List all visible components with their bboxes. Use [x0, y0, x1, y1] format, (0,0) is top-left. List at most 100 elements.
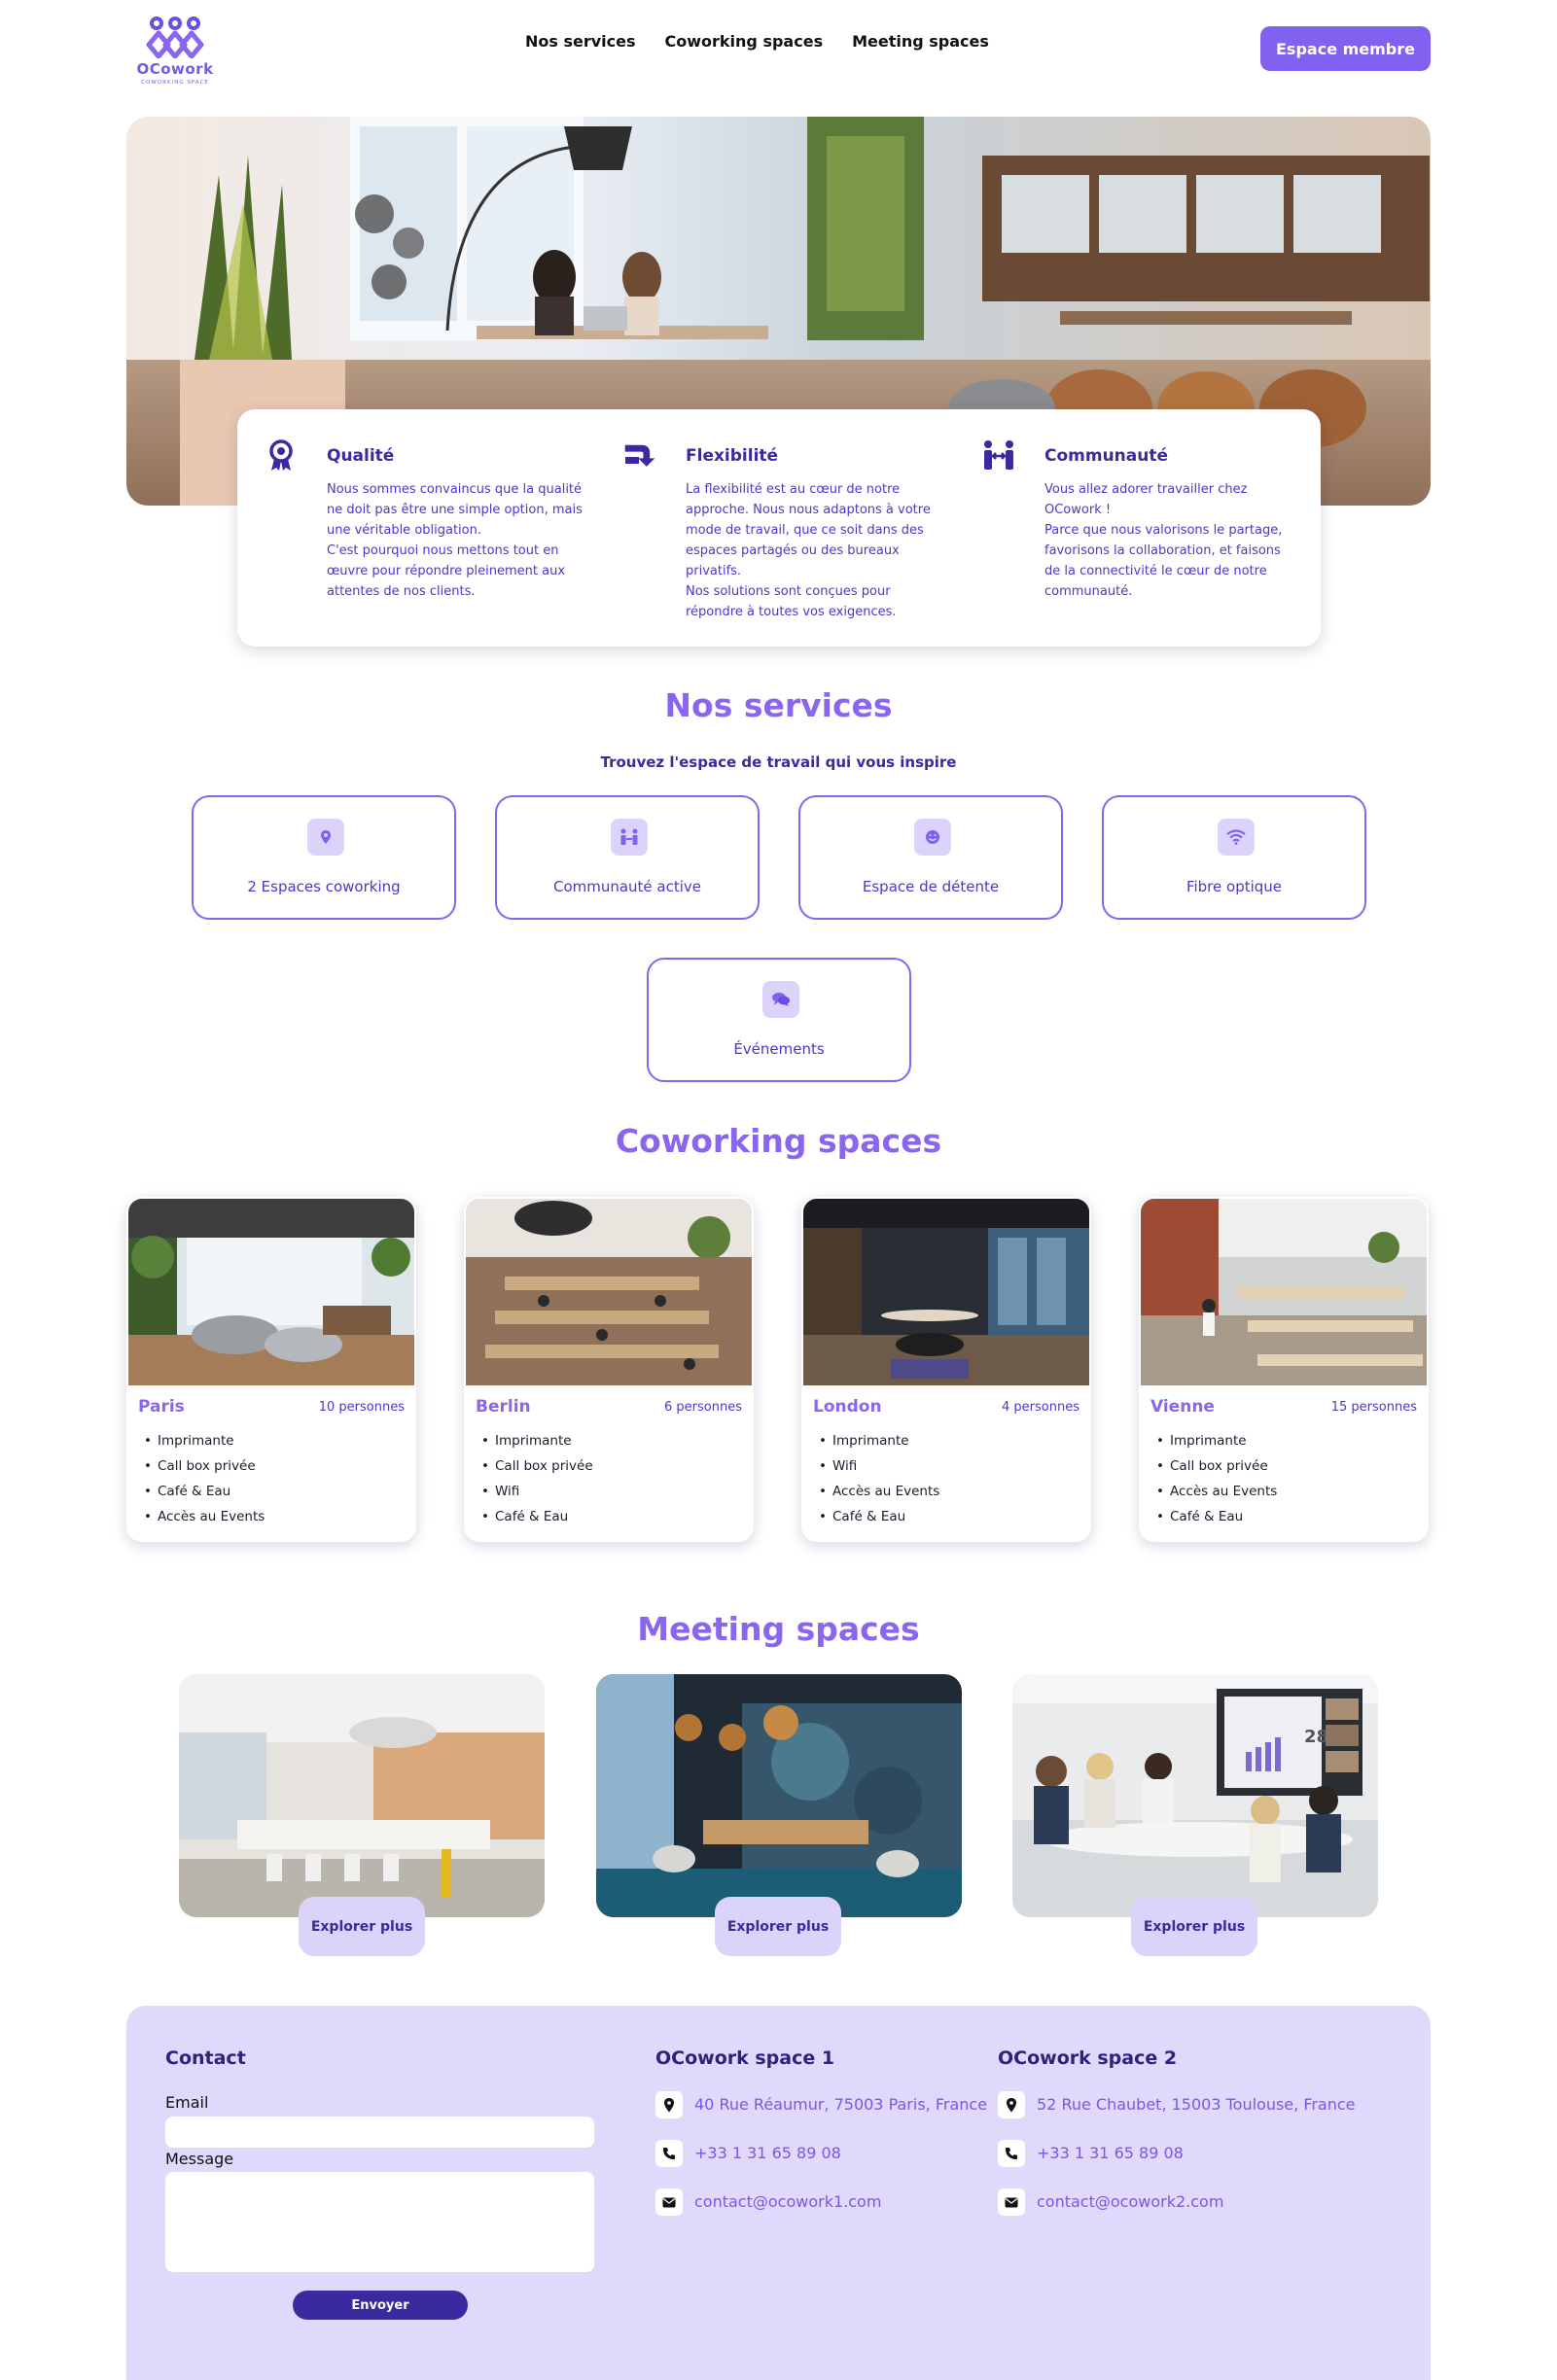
logo-mark-icon: [146, 17, 204, 58]
values-card: Qualité Nous sommes convaincus que la qu…: [237, 409, 1321, 647]
coworking-title: Coworking spaces: [615, 1122, 942, 1160]
space-capacity: 4 personnes: [1002, 1400, 1079, 1415]
coworking-card-berlin[interactable]: Berlin 6 personnes Imprimante Call box p…: [464, 1197, 754, 1542]
envelope-icon: [998, 2188, 1025, 2216]
logo-name: OCowork: [136, 60, 214, 78]
feature-item: Café & Eau: [138, 1479, 265, 1504]
email-input[interactable]: [165, 2117, 594, 2148]
meeting-title: Meeting spaces: [637, 1610, 920, 1648]
map-pin-icon: [655, 2091, 683, 2118]
service-label: 2 Espaces coworking: [247, 878, 401, 895]
space-capacity: 15 personnes: [1330, 1400, 1417, 1415]
phone-icon: [998, 2140, 1025, 2167]
footer: Contact Email Message Envoyer OCowork sp…: [126, 2006, 1431, 2380]
wifi-icon: [1218, 819, 1255, 856]
feature-item: Wifi: [476, 1479, 593, 1504]
smiley-icon: [914, 819, 951, 856]
service-card-community[interactable]: Communauté active: [495, 795, 760, 920]
coworking-card-vienne[interactable]: Vienne 15 personnes Imprimante Call box …: [1139, 1197, 1429, 1542]
location-title: OCowork space 2: [998, 2048, 1178, 2069]
meeting-room-photo: 28: [1012, 1674, 1378, 1917]
screen-number: 28: [1304, 1727, 1328, 1747]
space-capacity: 6 personnes: [664, 1400, 742, 1415]
award-ribbon-icon: [269, 439, 293, 471]
space-city: London: [813, 1397, 882, 1417]
space-city: Paris: [138, 1397, 185, 1417]
meeting-room-photo: [596, 1674, 962, 1917]
feature-item: Call box privée: [138, 1453, 265, 1479]
space-features: Imprimante Wifi Accès au Events Café & E…: [813, 1428, 939, 1529]
phone-icon: [655, 2140, 683, 2167]
service-card-relax[interactable]: Espace de détente: [798, 795, 1063, 920]
space-features: Imprimante Call box privée Accès au Even…: [1150, 1428, 1277, 1529]
feature-item: Wifi: [813, 1453, 939, 1479]
space-capacity: 10 personnes: [318, 1400, 405, 1415]
space-photo: [466, 1199, 752, 1385]
services-subtitle: Trouvez l'espace de travail qui vous ins…: [600, 753, 957, 771]
phone-text: +33 1 31 65 89 08: [1037, 2144, 1184, 2162]
feature-item: Accès au Events: [813, 1479, 939, 1504]
value-text: Vous allez adorer travailler chez OCowor…: [1044, 482, 1283, 599]
message-field[interactable]: [165, 2172, 594, 2272]
email-text: contact@ocowork2.com: [1037, 2192, 1224, 2211]
service-card-fiber[interactable]: Fibre optique: [1102, 795, 1366, 920]
address-text: 52 Rue Chaubet, 15003 Toulouse, France: [1037, 2095, 1356, 2114]
send-button[interactable]: Envoyer: [293, 2291, 468, 2320]
explore-more-button[interactable]: Explorer plus: [1131, 1897, 1257, 1956]
feature-item: Imprimante: [1150, 1428, 1277, 1453]
service-card-coworking[interactable]: 2 Espaces coworking: [192, 795, 456, 920]
value-text: La flexibilité est au cœur de notre appr…: [686, 482, 931, 619]
feature-item: Café & Eau: [813, 1504, 939, 1529]
space-photo: [1141, 1199, 1427, 1385]
logo[interactable]: OCowork COWORKING SPACE: [131, 16, 219, 91]
people-community-icon: [984, 440, 1013, 470]
location-title: OCowork space 1: [655, 2048, 835, 2069]
service-label: Événements: [733, 1040, 825, 1058]
map-pin-icon: [998, 2091, 1025, 2118]
service-label: Fibre optique: [1185, 878, 1283, 895]
people-icon: [611, 819, 648, 856]
value-title: Qualité: [327, 446, 395, 466]
explore-more-button[interactable]: Explorer plus: [715, 1897, 841, 1956]
space-features: Imprimante Call box privée Café & Eau Ac…: [138, 1428, 265, 1529]
address-text: 40 Rue Réaumur, 75003 Paris, France: [694, 2095, 988, 2114]
meeting-room-photo: [179, 1674, 545, 1917]
email-text: contact@ocowork1.com: [694, 2192, 882, 2211]
chat-bubbles-icon: [762, 981, 799, 1018]
value-text: Nous sommes convaincus que la qualité ne…: [327, 482, 583, 599]
value-title: Flexibilité: [686, 446, 779, 466]
nav-link-services[interactable]: Nos services: [525, 32, 636, 51]
coworking-card-london[interactable]: London 4 personnes Imprimante Wifi Accès…: [801, 1197, 1091, 1542]
feature-item: Imprimante: [138, 1428, 265, 1453]
main-nav: Nos services Coworking spaces Meeting sp…: [525, 32, 989, 51]
envelope-icon: [655, 2188, 683, 2216]
phone-text: +33 1 31 65 89 08: [694, 2144, 841, 2162]
feature-item: Accès au Events: [1150, 1479, 1277, 1504]
contact-title: Contact: [165, 2048, 246, 2069]
feature-item: Call box privée: [1150, 1453, 1277, 1479]
member-area-button[interactable]: Espace membre: [1260, 26, 1431, 71]
feature-item: Café & Eau: [476, 1504, 593, 1529]
space-city: Vienne: [1150, 1397, 1215, 1417]
service-card-events[interactable]: Événements: [647, 958, 911, 1082]
flexible-arrow-icon: [624, 444, 655, 467]
explore-more-button[interactable]: Explorer plus: [299, 1897, 425, 1956]
nav-link-meeting[interactable]: Meeting spaces: [852, 32, 989, 51]
space-photo: [128, 1199, 414, 1385]
email-label: Email: [165, 2093, 209, 2112]
feature-item: Imprimante: [813, 1428, 939, 1453]
coworking-card-paris[interactable]: Paris 10 personnes Imprimante Call box p…: [126, 1197, 416, 1542]
services-title: Nos services: [664, 686, 893, 724]
service-label: Communauté active: [552, 878, 702, 895]
feature-item: Café & Eau: [1150, 1504, 1277, 1529]
location-pin-icon: [307, 819, 344, 856]
nav-link-coworking[interactable]: Coworking spaces: [665, 32, 824, 51]
space-features: Imprimante Call box privée Wifi Café & E…: [476, 1428, 593, 1529]
logo-tagline: COWORKING SPACE: [141, 80, 209, 86]
feature-item: Call box privée: [476, 1453, 593, 1479]
service-label: Espace de détente: [862, 878, 1000, 895]
feature-item: Accès au Events: [138, 1504, 265, 1529]
space-city: Berlin: [476, 1397, 531, 1417]
feature-item: Imprimante: [476, 1428, 593, 1453]
space-photo: [803, 1199, 1089, 1385]
